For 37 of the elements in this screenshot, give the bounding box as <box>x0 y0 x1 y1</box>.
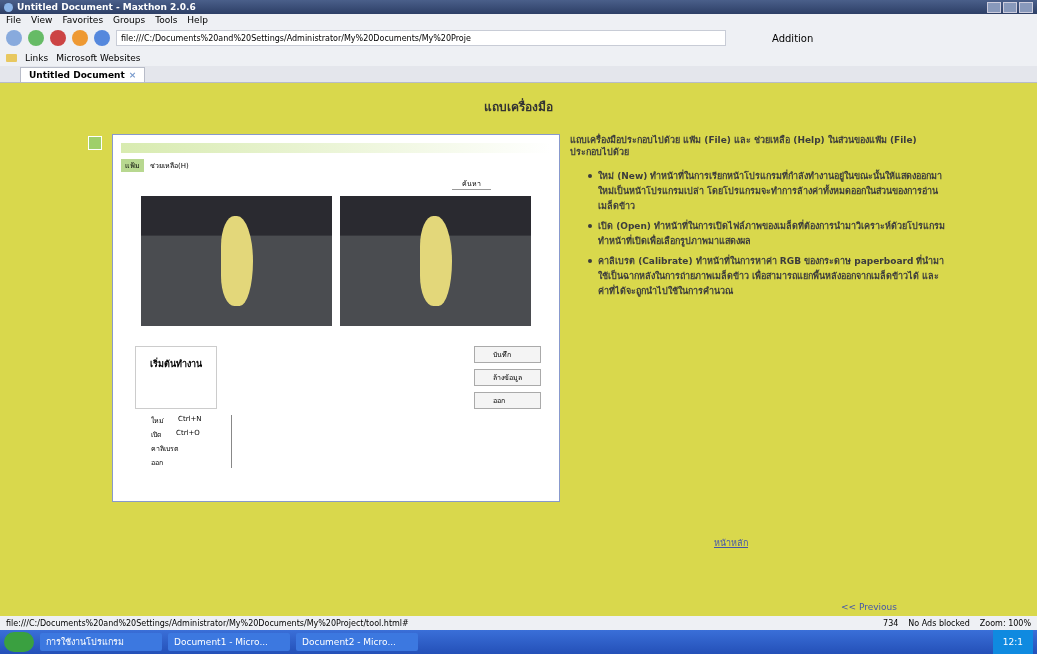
menu-item[interactable]: View <box>31 15 53 25</box>
browser-tab[interactable]: Untitled Document × <box>20 67 146 82</box>
page-heading: แถบเครื่องมือ <box>484 97 553 116</box>
bullet-icon <box>588 174 592 178</box>
taskbar-item[interactable]: Document2 - Micro... <box>296 633 418 651</box>
bullet-text: เปิด (Open) ทำหน้าที่ในการเปิดไฟล์ภาพของเมล็ดที่ต้องการนำมาวิเคราะห์ด้วยโปรแกรม ทำหน้าที่เปิดเพื่อเลือกรูปภาพมาแสดงผล <box>598 218 947 249</box>
close-button[interactable] <box>1019 1 1033 13</box>
menu-item[interactable]: Help <box>187 15 208 25</box>
minimize-button[interactable] <box>987 1 1001 13</box>
zoom-level[interactable]: Zoom: 100% <box>979 618 1031 628</box>
taskbar-item[interactable]: การใช้งานโปรแกรม <box>40 633 162 651</box>
intro-text: แถบเครื่องมือประกอบไปด้วย แฟ้ม (File) และ ช่วยเหลือ (Help) ในส่วนของแฟ้ม (File) ประกอบไปด้วย <box>570 134 918 158</box>
bullet-icon <box>588 259 592 263</box>
menu-item[interactable]: Groups <box>113 15 146 25</box>
menu-item[interactable]: Favorites <box>62 15 104 25</box>
maximize-button[interactable] <box>1003 1 1017 13</box>
links-item[interactable]: Microsoft Websites <box>56 53 141 63</box>
status-count: 734 <box>883 618 899 628</box>
bullet-icon <box>588 224 592 228</box>
address-field[interactable]: file:///C:/Documents%20and%20Settings/Administrator/My%20Documents/My%20Proje <box>116 30 726 46</box>
home-link[interactable]: หน้าหลัก <box>714 536 748 550</box>
start-label: เริ่มต้นทำงาน <box>135 346 217 409</box>
menu-item[interactable]: File <box>6 15 22 25</box>
previous-link[interactable]: << Previous <box>841 602 897 612</box>
ads-status: No Ads blocked <box>908 618 970 628</box>
window-title: Untitled Document - Maxthon 2.0.6 <box>17 2 196 12</box>
start-button[interactable] <box>4 632 34 652</box>
bullet-text: คาลิเบรต (Calibrate) ทำหน้าที่ในการหาค่า RGB ของกระดาษ paperboard ที่นำมาใช้เป็นฉากหลังในการถ่ายภาพเมล็ดข้าว เพื่อสามารถแยกพื้นหลังออกจากเมล็ดข้าวได้ และค่าที่ได้จะถูกนำไปใช้ในการคำนวณ <box>598 253 946 299</box>
menu-item[interactable]: Tools <box>155 15 178 25</box>
taskbar-item[interactable]: Document1 - Micro... <box>168 633 290 651</box>
links-item[interactable]: Links <box>25 53 49 63</box>
folder-icon <box>6 54 17 62</box>
status-url: file:///C:/Documents%20and%20Settings/Administrator/My%20Documents/My%20Project/tool.html# <box>6 618 410 628</box>
clock: 12:1 <box>1002 637 1023 647</box>
search-label: Addition <box>772 32 814 44</box>
app-icon <box>4 2 13 12</box>
bullet-text: ใหม่ (New) ทำหน้าที่ในการเรียกหน้าโปรแกรมที่กำลังทำงานอยู่ในขณะนั้นให้แสดงออกมาใหม่เป็นหน้าโปรแกรมเปล่า โดยโปรแกรมจะทำการล้างค่าทั้งหมดออกในส่วนของการอ่านเมล็ดข้าว <box>598 168 944 213</box>
